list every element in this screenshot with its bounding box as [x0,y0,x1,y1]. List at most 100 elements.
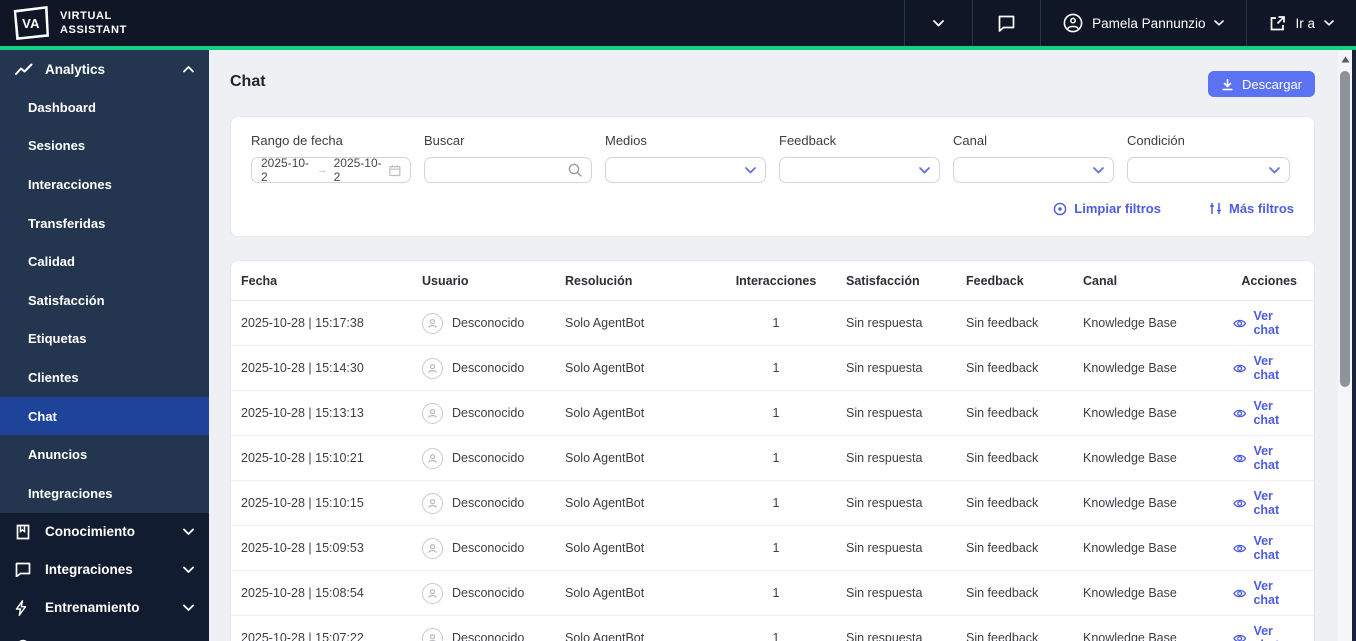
ver-chat-link[interactable]: Ver chat [1233,534,1297,562]
logo-initials: VA [22,15,40,31]
sidebar-item-etiquetas[interactable]: Etiquetas [0,320,209,359]
cell-interacciones: 1 [772,451,780,465]
cell-resolucion: Solo AgentBot [565,496,645,510]
more-filters-button[interactable]: Más filtros [1209,201,1294,216]
sidebar-item-interacciones[interactable]: Interacciones [0,165,209,204]
sidebar-item-chat[interactable]: Chat [0,396,209,436]
sidebar-item-satisfaccion[interactable]: Satisfacción [0,281,209,320]
col-resolucion: Resolución [565,273,633,288]
table-row: 2025-10-28 | 15:10:21 Desconocido Solo A… [231,436,1314,481]
cell-feedback: Sin feedback [966,451,1039,465]
sidebar-group-analytics[interactable]: Analytics [0,50,209,88]
eye-icon [1233,409,1247,417]
table-header: Fecha Usuario Resolución Interacciones S… [231,261,1314,301]
more-filters-icon [1209,203,1221,214]
cell-satisfaccion: Sin respuesta [846,496,923,510]
cell-fecha: 2025-10-28 | 15:10:21 [241,451,364,465]
canal-select[interactable] [953,157,1114,183]
sidebar-item-anuncios[interactable]: Anuncios [0,435,209,474]
ver-chat-link[interactable]: Ver chat [1233,489,1297,517]
sidebar-item-integraciones-analytics[interactable]: Integraciones [0,474,209,513]
sidebar-group-conocimiento[interactable]: Conocimiento [0,513,209,551]
cell-satisfaccion: Sin respuesta [846,451,923,465]
ver-chat-link[interactable]: Ver chat [1233,444,1297,472]
sidebar-item-clientes[interactable]: Clientes [0,358,209,397]
message-icon [15,562,33,578]
user-avatar-icon [422,627,443,641]
cell-fecha: 2025-10-28 | 15:07:22 [241,631,364,641]
ver-chat-link[interactable]: Ver chat [1233,624,1297,641]
sidebar-group-integraciones[interactable]: Integraciones [0,551,209,589]
cell-feedback: Sin feedback [966,361,1039,375]
medios-select[interactable] [605,157,766,183]
feedback-select[interactable] [779,157,940,183]
col-acciones: Acciones [1241,273,1297,288]
topbar: VA VIRTUAL ASSISTANT Pamela Pannunzio Ir… [0,0,1356,46]
sidebar-item-dashboard[interactable]: Dashboard [0,88,209,127]
cell-satisfaccion: Sin respuesta [846,316,923,330]
user-avatar-icon [422,357,443,379]
cell-fecha: 2025-10-28 | 15:10:15 [241,496,364,510]
cell-satisfaccion: Sin respuesta [846,586,923,600]
chevron-down-icon [1214,20,1225,26]
cell-canal: Knowledge Base [1083,406,1177,420]
user-avatar-icon [422,537,443,559]
select-chevron-icon [745,166,756,173]
search-input[interactable] [434,163,568,177]
col-interacciones: Interacciones [735,273,817,288]
cell-interacciones: 1 [772,541,780,555]
ver-chat-link[interactable]: Ver chat [1233,354,1297,382]
ver-chat-link[interactable]: Ver chat [1233,579,1297,607]
date-range-input[interactable]: 2025-10-2 → 2025-10-2 [251,156,411,184]
condicion-select[interactable] [1127,157,1290,183]
clear-filters-button[interactable]: Limpiar filtros [1053,201,1161,216]
cell-resolucion: Solo AgentBot [565,631,645,641]
sidebar-group-entrenamiento[interactable]: Entrenamiento [0,589,209,627]
chevron-down-icon [183,566,194,573]
canal-label: Canal [953,133,987,148]
table-row: 2025-10-28 | 15:10:15 Desconocido Solo A… [231,481,1314,526]
cell-resolucion: Solo AgentBot [565,406,645,420]
sidebar-item-calidad[interactable]: Calidad [0,242,209,281]
ver-chat-link[interactable]: Ver chat [1233,399,1297,427]
chevron-down-icon [183,604,194,611]
search-input-wrap [424,157,592,183]
calendar-icon [389,164,401,176]
download-button[interactable]: Descargar [1208,71,1315,97]
cell-canal: Knowledge Base [1083,316,1177,330]
condicion-label: Condición [1127,133,1185,148]
topbar-dropdown[interactable] [904,0,972,46]
scrollbar-thumb[interactable] [1340,71,1350,387]
col-fecha: Fecha [241,273,278,288]
sidebar-group-label: Analytics [45,61,106,77]
book-icon [15,524,33,540]
feedback-field: Feedback [779,133,940,183]
condicion-field: Condición [1127,133,1290,183]
sidebar-item-transferidas[interactable]: Transferidas [0,204,209,243]
sidebar-group-partial[interactable] [0,627,209,641]
brand[interactable]: VA VIRTUAL ASSISTANT [0,0,127,46]
table-row: 2025-10-28 | 15:09:53 Desconocido Solo A… [231,526,1314,571]
col-canal: Canal [1083,273,1118,288]
cell-resolucion: Solo AgentBot [565,451,645,465]
cell-interacciones: 1 [772,361,780,375]
cell-fecha: 2025-10-28 | 15:14:30 [241,361,364,375]
sidebar-item-sesiones[interactable]: Sesiones [0,127,209,166]
scrollbar-up-icon[interactable] [1340,55,1350,64]
arrow-right-icon: → [316,164,328,176]
topbar-messages-button[interactable] [972,0,1040,46]
cell-interacciones: 1 [772,406,780,420]
ver-chat-link[interactable]: Ver chat [1233,309,1297,337]
user-name: Pamela Pannunzio [1092,15,1206,31]
canal-field: Canal [953,133,1114,183]
clear-filters-icon [1053,202,1067,215]
cell-usuario: Desconocido [422,582,565,604]
filter-panel: Rango de fecha 2025-10-2 → 2025-10-2 Bus… [230,116,1315,237]
date-range-label: Rango de fecha [251,133,343,148]
topbar-user-menu[interactable]: Pamela Pannunzio [1040,0,1246,46]
window-edge [1352,50,1356,641]
topbar-goto-menu[interactable]: Ir a [1246,0,1356,46]
page-title: Chat [230,73,266,90]
cell-usuario: Desconocido [422,402,565,424]
eye-icon [1233,634,1247,641]
